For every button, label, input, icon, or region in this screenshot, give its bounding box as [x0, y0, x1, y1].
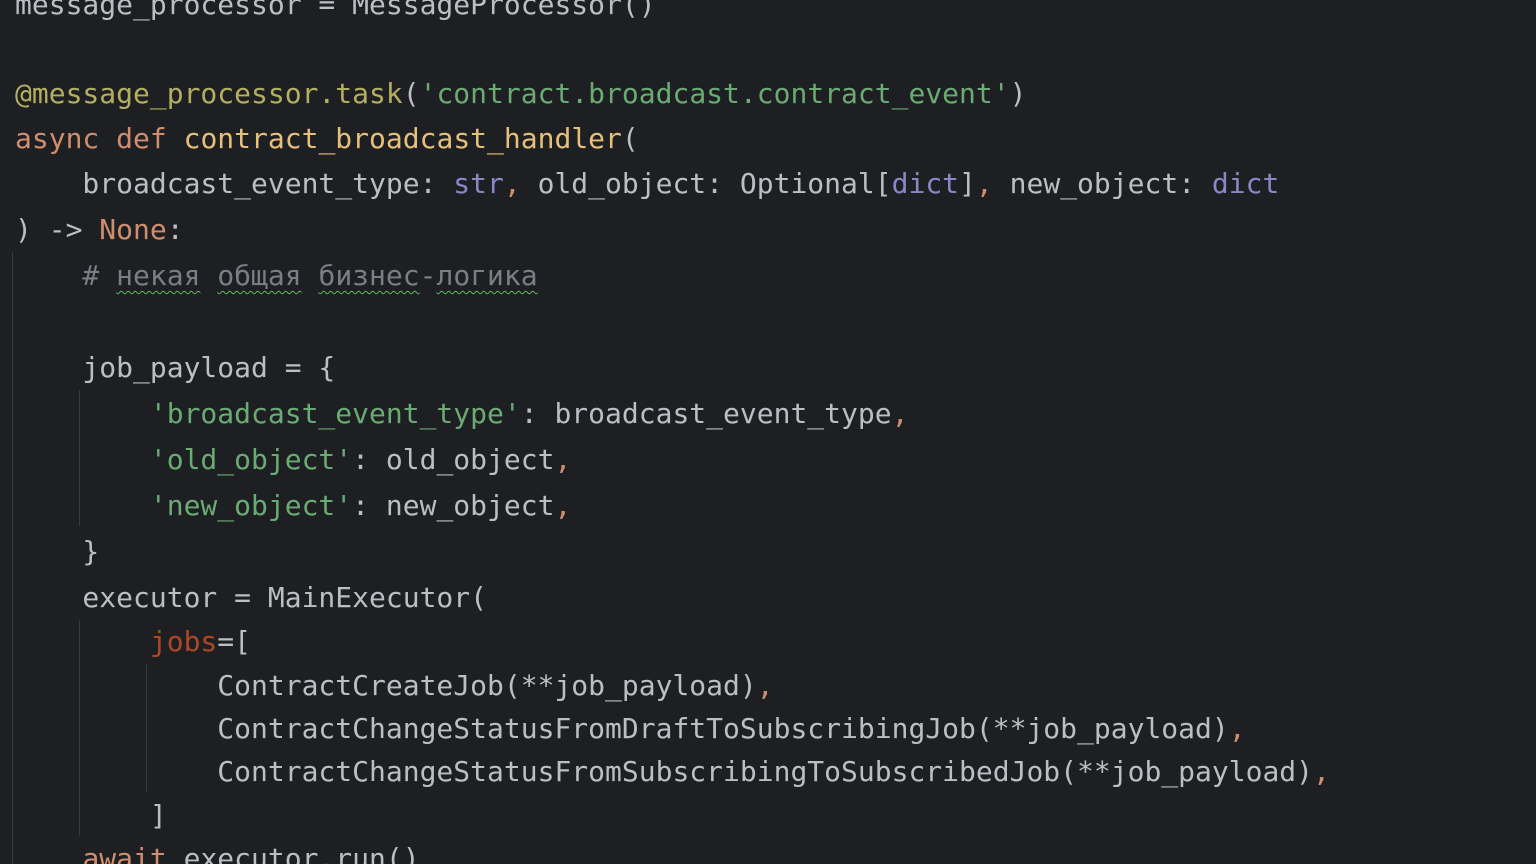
code-token: )	[1009, 77, 1027, 110]
code-line-17[interactable]: ContractChangeStatusFromDraftToSubscribi…	[15, 712, 1246, 745]
code-token: ,	[1313, 755, 1330, 788]
code-token: ContractChangeStatusFromSubscribingToSub…	[15, 755, 1314, 788]
code-line-13[interactable]: }	[15, 538, 99, 566]
code-token: None	[99, 213, 167, 246]
code-line-5[interactable]: broadcast_event_type: str, old_object: O…	[15, 170, 1279, 198]
code-token: ContractChangeStatusFromDraftToSubscribi…	[15, 712, 1229, 745]
code-token: ,	[554, 443, 572, 476]
code-token: : broadcast_event_type	[520, 397, 892, 430]
code-token: async	[15, 122, 100, 155]
code-line-19[interactable]: ]	[15, 802, 167, 830]
code-token: old_object: Optional[	[520, 167, 892, 200]
code-token: ,	[554, 489, 572, 522]
code-token: }	[15, 535, 100, 568]
code-token: =[	[217, 625, 252, 658]
code-token: 'new_object'	[149, 489, 353, 522]
code-line-14[interactable]: executor = MainExecutor(	[15, 584, 487, 612]
code-line-9[interactable]: job_payload = {	[15, 354, 335, 382]
code-token: общая	[217, 259, 302, 292]
code-token: job_payload = {	[15, 351, 336, 384]
code-line-10[interactable]: 'broadcast_event_type': broadcast_event_…	[15, 397, 909, 430]
indent-guide-function-body	[12, 252, 13, 864]
code-token: ,	[756, 669, 774, 702]
code-line-18[interactable]: ContractChangeStatusFromSubscribingToSub…	[15, 758, 1330, 786]
code-token: #	[15, 259, 117, 292]
code-token: message_processor = MessageProcessor()	[15, 0, 656, 21]
code-token: contract_broadcast_handler	[183, 122, 622, 155]
code-token: ,	[891, 397, 909, 430]
code-line-3[interactable]: @message_processor.task('contract.broadc…	[15, 80, 1026, 108]
code-line-7[interactable]: # некая общая бизнес-логика	[15, 259, 538, 292]
code-token: ]	[959, 167, 976, 200]
code-token: dict	[891, 167, 960, 200]
code-token: @message_processor.task	[15, 77, 403, 110]
code-line-11[interactable]: 'old_object': old_object,	[15, 446, 571, 474]
code-token: логика	[436, 259, 538, 292]
code-token: ContractCreateJob(**job_payload)	[15, 669, 757, 702]
code-token: ,	[503, 167, 521, 200]
code-line-6[interactable]: ) -> None:	[15, 216, 184, 244]
code-token: new_object:	[992, 167, 1212, 200]
code-token: str	[453, 167, 504, 200]
code-editor[interactable]: message_processor = MessageProcessor() @m…	[0, 0, 1536, 864]
code-token: def	[116, 122, 167, 155]
code-line-20[interactable]: await executor.run()	[15, 842, 420, 864]
code-token: executor = MainExecutor(	[15, 581, 488, 614]
code-token: 'contract.broadcast.contract_event'	[419, 77, 1010, 110]
code-token: : old_object	[352, 443, 555, 476]
code-token: -	[419, 259, 437, 292]
code-token: 'old_object'	[149, 443, 353, 476]
code-token: 'broadcast_event_type'	[149, 397, 521, 430]
code-token: executor.run()	[166, 842, 420, 864]
code-line-4[interactable]: async def contract_broadcast_handler(	[15, 125, 639, 153]
code-token: ,	[1228, 712, 1246, 745]
code-line-1[interactable]: message_processor = MessageProcessor()	[15, 0, 656, 19]
code-token: (	[621, 122, 639, 155]
code-token: : new_object	[352, 489, 555, 522]
code-token: jobs	[149, 625, 218, 658]
code-line-12[interactable]: 'new_object': new_object,	[15, 492, 571, 520]
code-token: await	[82, 842, 167, 864]
code-token: broadcast_event_type:	[15, 167, 454, 200]
code-line-15[interactable]: jobs=[	[15, 628, 251, 656]
code-token: (	[402, 77, 420, 110]
code-token: некая	[116, 259, 201, 292]
code-token: :	[166, 213, 184, 246]
code-line-16[interactable]: ContractCreateJob(**job_payload),	[15, 669, 774, 702]
code-token: ) ->	[15, 213, 100, 246]
code-token: ]	[15, 799, 167, 832]
code-token: ,	[975, 167, 993, 200]
code-token: dict	[1211, 167, 1280, 200]
code-token: бизнес	[318, 259, 420, 292]
